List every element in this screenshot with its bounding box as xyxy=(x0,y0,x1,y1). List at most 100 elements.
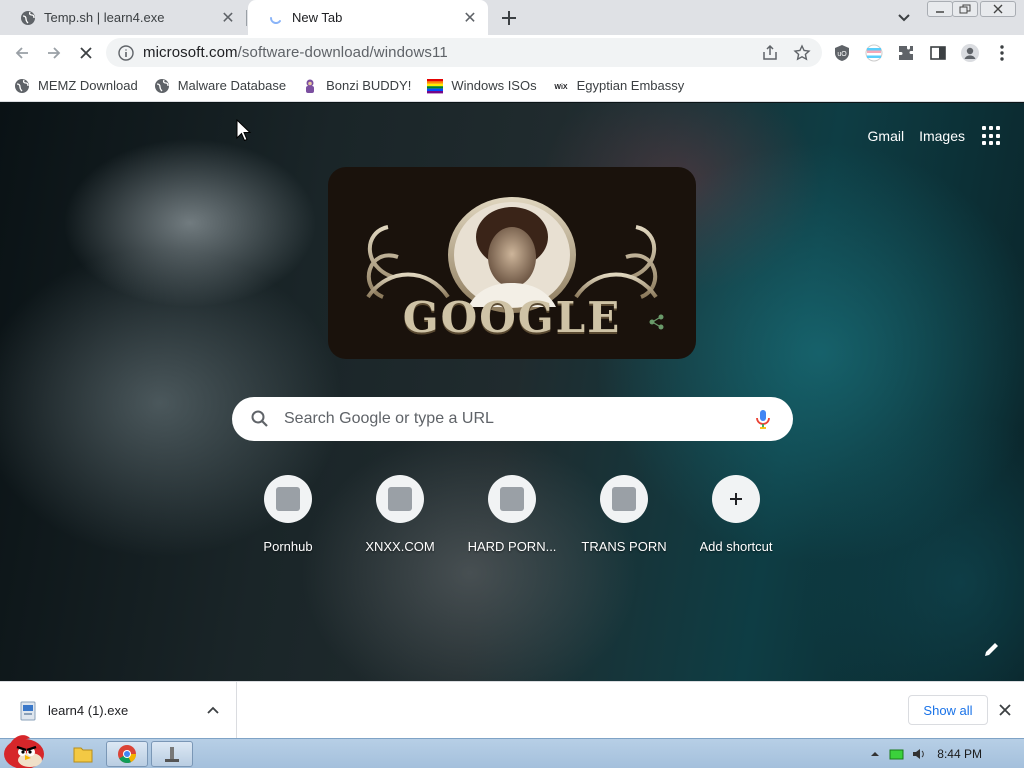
search-icon xyxy=(251,410,268,427)
chevron-down-icon[interactable] xyxy=(895,9,913,27)
shortcut-icon-circle xyxy=(488,475,536,523)
restore-button[interactable] xyxy=(952,1,978,17)
url-path: /software-download/windows11 xyxy=(237,44,448,61)
microphone-icon[interactable] xyxy=(751,407,775,431)
globe-icon xyxy=(15,78,29,93)
shortcut-label: Pornhub xyxy=(263,539,313,554)
bookmarks-bar: MEMZ Download Malware Database Bonzi BUD… xyxy=(0,70,1024,102)
chrome-icon xyxy=(118,745,137,764)
bookmark-label: Windows ISOs xyxy=(451,78,537,93)
gmail-link[interactable]: Gmail xyxy=(868,128,905,144)
shortcut-tile[interactable]: HARD PORN... xyxy=(456,475,568,554)
tab-temp-sh[interactable]: Temp.sh | learn4.exe ✕ xyxy=(0,0,246,35)
bookmark-egyptian-embassy[interactable]: WiX Egyptian Embassy xyxy=(553,78,684,94)
info-icon[interactable] xyxy=(118,44,134,61)
shortcut-icon-circle xyxy=(376,475,424,523)
search-input[interactable]: Search Google or type a URL xyxy=(284,410,751,428)
system-tray: 8:44 PM xyxy=(861,739,1024,768)
star-icon[interactable] xyxy=(792,43,812,63)
back-icon[interactable] xyxy=(12,43,32,63)
downloads-bar: learn4 (1).exe Show all xyxy=(0,681,1024,739)
stop-loading-icon[interactable] xyxy=(76,43,96,63)
shortcut-icon-circle xyxy=(600,475,648,523)
svg-text:WiX: WiX xyxy=(554,84,567,91)
toolbar: microsoft.com/software-download/windows1… xyxy=(0,35,1024,70)
google-apps-icon[interactable] xyxy=(982,126,1002,146)
flag-extension-icon[interactable] xyxy=(864,43,884,63)
globe-icon xyxy=(154,78,169,93)
shortcut-label: TRANS PORN xyxy=(581,539,667,554)
extensions-icon[interactable] xyxy=(896,43,916,63)
top-links: Gmail Images xyxy=(868,126,1002,146)
mouse-cursor-icon xyxy=(236,119,252,142)
share-icon[interactable] xyxy=(760,43,780,63)
rainbow-flag-icon xyxy=(427,78,444,93)
profile-avatar-icon[interactable] xyxy=(960,43,980,63)
chevron-up-icon[interactable] xyxy=(204,702,222,720)
program-icon xyxy=(165,747,179,762)
google-doodle[interactable]: GOOGLE xyxy=(328,167,696,359)
globe-icon xyxy=(21,10,35,25)
start-button-angry-bird-icon[interactable] xyxy=(0,730,50,768)
tab-separator xyxy=(246,10,247,26)
ublock-icon[interactable]: uO xyxy=(832,43,852,63)
bookmark-label: Bonzi BUDDY! xyxy=(326,78,412,93)
share-doodle-icon[interactable] xyxy=(648,313,666,331)
new-tab-page: Gmail Images GOOGLE Search Google or typ… xyxy=(0,103,1024,681)
volume-icon[interactable] xyxy=(911,746,927,762)
forward-icon[interactable] xyxy=(44,43,64,63)
bookmark-windows-isos[interactable]: Windows ISOs xyxy=(427,78,537,94)
images-link[interactable]: Images xyxy=(919,128,965,144)
download-filename: learn4 (1).exe xyxy=(48,703,129,718)
bonzi-icon xyxy=(306,79,315,93)
menu-kebab-icon[interactable] xyxy=(992,43,1012,63)
add-shortcut-button[interactable]: Add shortcut xyxy=(680,475,792,554)
search-box[interactable]: Search Google or type a URL xyxy=(232,397,793,441)
bookmark-label: MEMZ Download xyxy=(38,78,138,93)
taskbar-program-button[interactable] xyxy=(151,741,193,767)
shortcut-tile[interactable]: XNXX.COM xyxy=(344,475,456,554)
bookmark-label: Malware Database xyxy=(177,78,287,93)
close-downloads-icon[interactable] xyxy=(996,701,1014,719)
tab-title: New Tab xyxy=(292,10,343,25)
placeholder-site-icon xyxy=(500,487,524,511)
close-tab-icon[interactable]: ✕ xyxy=(462,10,478,27)
svg-text:uO: uO xyxy=(837,51,847,58)
tab-new-tab[interactable]: New Tab ✕ xyxy=(248,0,488,35)
url-text: microsoft.com/software-download/windows1… xyxy=(143,44,448,61)
shortcuts-grid: Pornhub XNXX.COM HARD PORN... TRANS PORN… xyxy=(232,475,792,565)
shortcut-label: HARD PORN... xyxy=(467,539,557,554)
clock[interactable]: 8:44 PM xyxy=(937,747,982,761)
bookmark-malware-database[interactable]: Malware Database xyxy=(154,78,286,94)
shortcut-icon-circle xyxy=(712,475,760,523)
address-bar[interactable]: microsoft.com/software-download/windows1… xyxy=(106,38,822,67)
placeholder-site-icon xyxy=(388,487,412,511)
close-window-button[interactable] xyxy=(980,1,1016,17)
new-tab-icon[interactable] xyxy=(498,7,520,29)
shortcut-label: Add shortcut xyxy=(699,539,773,554)
shortcut-label: XNXX.COM xyxy=(365,539,435,554)
tab-strip: Temp.sh | learn4.exe ✕ New Tab ✕ xyxy=(0,0,1024,35)
show-all-button[interactable]: Show all xyxy=(908,695,988,725)
exe-file-icon xyxy=(20,701,36,720)
close-tab-icon[interactable]: ✕ xyxy=(220,10,236,27)
folder-icon xyxy=(73,747,93,763)
shortcut-icon-circle xyxy=(264,475,312,523)
show-hidden-icons-icon[interactable] xyxy=(867,746,883,762)
placeholder-site-icon xyxy=(276,487,300,511)
battery-icon[interactable] xyxy=(889,746,905,762)
taskbar-chrome-button[interactable] xyxy=(106,741,148,767)
shortcut-tile[interactable]: Pornhub xyxy=(232,475,344,554)
minimize-button[interactable] xyxy=(927,1,953,17)
shortcut-tile[interactable]: TRANS PORN xyxy=(568,475,680,554)
bookmark-bonzi-buddy[interactable]: Bonzi BUDDY! xyxy=(302,78,411,94)
taskbar-explorer-button[interactable] xyxy=(62,741,104,767)
bookmark-memz-download[interactable]: MEMZ Download xyxy=(14,78,138,94)
url-host: microsoft.com xyxy=(143,44,238,61)
customize-pencil-icon[interactable] xyxy=(982,639,1002,659)
wix-icon: WiX xyxy=(554,84,567,91)
doodle-google-text: GOOGLE xyxy=(402,293,622,342)
placeholder-site-icon xyxy=(612,487,636,511)
taskbar: 8:44 PM xyxy=(0,735,1024,768)
side-panel-icon[interactable] xyxy=(928,43,948,63)
